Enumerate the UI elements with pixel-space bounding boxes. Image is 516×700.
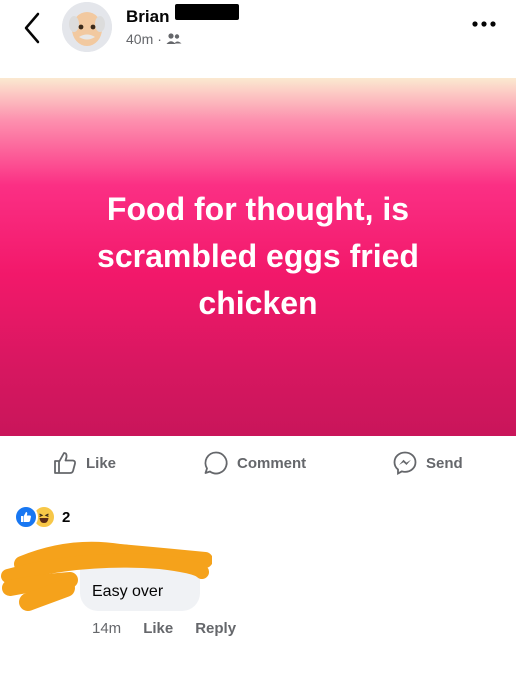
- post-time[interactable]: 40m: [126, 31, 153, 47]
- comment-button[interactable]: Comment: [203, 450, 306, 476]
- comment-meta: 14m Like Reply: [92, 620, 236, 637]
- comment-label: Comment: [237, 454, 307, 472]
- author-name[interactable]: Brian: [126, 7, 169, 27]
- send-label: Send: [426, 454, 463, 472]
- more-horizontal-icon: [472, 21, 496, 27]
- like-button[interactable]: Like: [52, 450, 116, 476]
- like-reaction-icon: [14, 505, 38, 529]
- comment-like-button[interactable]: Like: [143, 620, 173, 637]
- name-redaction: [175, 4, 239, 20]
- chevron-left-icon: [24, 12, 40, 44]
- post-text: Food for thought, is scrambled eggs frie…: [97, 191, 419, 321]
- comment-bubble-icon: [204, 451, 228, 475]
- thumbs-up-icon: [54, 452, 76, 474]
- commenter-redaction: [1, 541, 212, 611]
- friends-icon: [166, 33, 182, 44]
- avatar[interactable]: [62, 2, 112, 52]
- send-button[interactable]: Send: [392, 450, 463, 476]
- comment-time: 14m: [92, 620, 122, 637]
- reactions-summary[interactable]: 2: [14, 505, 70, 529]
- reaction-count: 2: [62, 508, 71, 526]
- back-button[interactable]: [18, 10, 48, 46]
- more-options-button[interactable]: [470, 14, 498, 34]
- comment-reply-button[interactable]: Reply: [195, 620, 236, 637]
- messenger-icon: [393, 451, 417, 476]
- post-meta: 40m ·: [126, 31, 182, 47]
- old-man-emoji-icon: [62, 2, 112, 52]
- like-label: Like: [86, 454, 117, 472]
- meta-separator: ·: [157, 31, 162, 47]
